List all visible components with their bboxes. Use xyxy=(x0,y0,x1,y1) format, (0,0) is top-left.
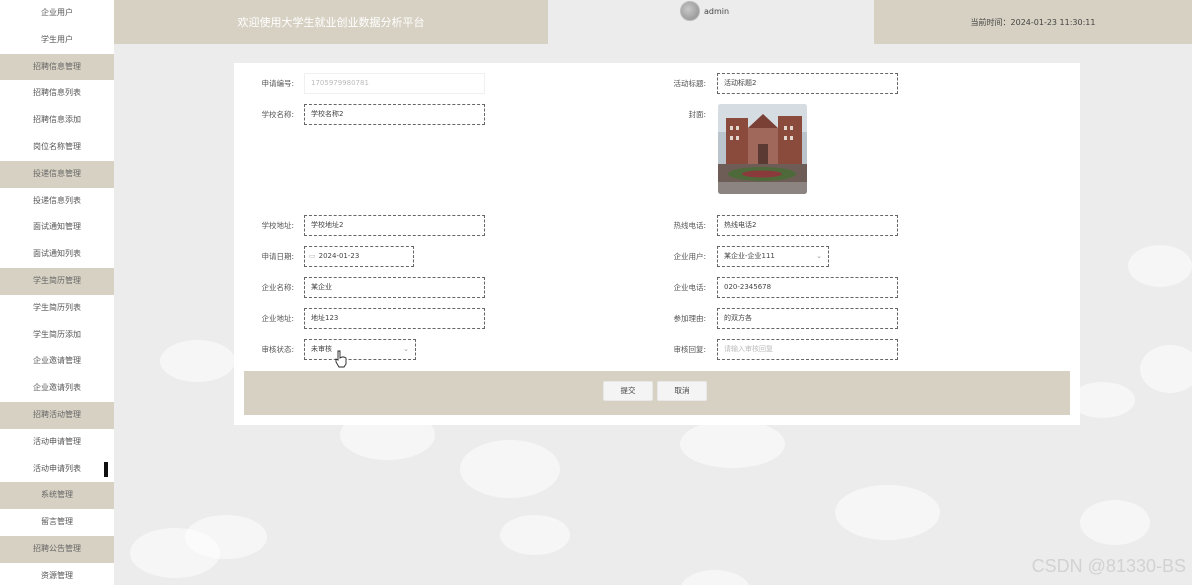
sidebar-item[interactable]: 面试通知列表 xyxy=(0,241,114,268)
review-status-value: 未审核 xyxy=(311,345,332,353)
sidebar-item[interactable]: 活动申请列表 xyxy=(0,456,114,483)
apply-date-picker[interactable]: ▭ 2024-01-23 xyxy=(304,246,414,267)
bokeh-decoration xyxy=(160,340,235,382)
activity-title-label: 活动标题: xyxy=(673,79,706,88)
sidebar-item[interactable]: 系统管理 xyxy=(0,482,114,510)
username[interactable]: admin xyxy=(704,7,729,16)
sidebar-item[interactable]: 活动申请管理 xyxy=(0,429,114,456)
company-name-field[interactable]: 某企业 xyxy=(304,277,485,298)
school-address-label: 学校地址: xyxy=(261,221,294,230)
join-reason-label: 参加理由: xyxy=(673,314,706,323)
apply-no-label: 申请编号: xyxy=(261,79,294,88)
header-time-bar: 当前时间：2024-01-23 11:30:11 xyxy=(874,0,1192,44)
review-reply-label: 审核回复: xyxy=(673,345,706,354)
bokeh-decoration xyxy=(1140,345,1192,393)
bokeh-decoration xyxy=(835,485,940,540)
company-address-field[interactable]: 地址123 xyxy=(304,308,485,329)
sidebar-item[interactable]: 招聘公告管理 xyxy=(0,535,114,563)
sidebar-item[interactable]: 招聘活动管理 xyxy=(0,401,114,429)
bokeh-decoration xyxy=(130,528,220,578)
welcome-title: 欢迎使用大学生就业创业数据分析平台 xyxy=(237,16,425,29)
sidebar-item[interactable]: 投递信息管理 xyxy=(0,160,114,188)
company-user-select[interactable]: 某企业-企业111 ⌄ xyxy=(717,246,829,267)
school-address-field[interactable]: 学校地址2 xyxy=(304,215,485,236)
cover-image[interactable] xyxy=(718,104,807,194)
school-name-label: 学校名称: xyxy=(261,110,294,119)
calendar-icon: ▭ xyxy=(309,252,316,260)
sidebar-item[interactable]: 留言管理 xyxy=(0,509,114,536)
cover-label: 封面: xyxy=(688,110,706,119)
sidebar-item[interactable]: 企业用户 xyxy=(0,0,114,27)
bokeh-decoration xyxy=(1080,500,1150,545)
activity-apply-form: 申请编号: 1705979980781 活动标题: 活动标题2 学校名称: 学校… xyxy=(234,63,1080,425)
sidebar-item[interactable]: 岗位名称管理 xyxy=(0,134,114,161)
header-welcome-bar: 欢迎使用大学生就业创业数据分析平台 xyxy=(114,0,548,44)
contact-phone-label: 热线电话: xyxy=(673,221,706,230)
cancel-button[interactable]: 取消 xyxy=(657,381,707,401)
sidebar-item[interactable]: 面试通知管理 xyxy=(0,214,114,241)
review-reply-field[interactable]: 请输入审核回复 xyxy=(717,339,898,360)
avatar[interactable] xyxy=(680,1,700,21)
sidebar: 企业用户 学生用户 招聘信息管理 招聘信息列表 招聘信息添加 岗位名称管理 投递信息管理 投递… xyxy=(0,0,114,585)
company-address-label: 企业地址: xyxy=(261,314,294,323)
company-user-label: 企业用户: xyxy=(673,252,706,261)
sidebar-item[interactable]: 招聘信息列表 xyxy=(0,80,114,107)
review-status-label: 审核状态: xyxy=(261,345,294,354)
bokeh-decoration xyxy=(1128,245,1192,287)
hand-cursor-icon xyxy=(335,350,347,368)
bokeh-decoration xyxy=(460,440,560,498)
review-status-select[interactable]: 未审核 ⌄ xyxy=(304,339,416,360)
sidebar-item[interactable]: 学生用户 xyxy=(0,27,114,54)
watermark: CSDN @81330-BS xyxy=(1031,556,1186,576)
sidebar-item[interactable]: 学生简历管理 xyxy=(0,267,114,295)
sidebar-item[interactable]: 资源管理 xyxy=(0,563,114,585)
school-name-field[interactable]: 学校名称2 xyxy=(304,104,485,125)
company-user-value: 某企业-企业111 xyxy=(724,252,775,260)
submit-button[interactable]: 提交 xyxy=(603,381,653,401)
header-user-area: admin xyxy=(548,0,874,44)
apply-date-value: 2024-01-23 xyxy=(318,252,360,260)
bokeh-decoration xyxy=(680,420,785,468)
sidebar-item[interactable]: 投递信息列表 xyxy=(0,188,114,215)
apply-no-field: 1705979980781 xyxy=(304,73,485,94)
company-phone-field[interactable]: 020-2345678 xyxy=(717,277,898,298)
sidebar-item[interactable]: 企业邀请管理 xyxy=(0,348,114,375)
join-reason-field[interactable]: 的双方各 xyxy=(717,308,898,329)
bokeh-decoration xyxy=(500,515,570,555)
sidebar-item[interactable]: 学生简历列表 xyxy=(0,295,114,322)
sidebar-item[interactable]: 学生简历添加 xyxy=(0,322,114,349)
company-name-label: 企业名称: xyxy=(261,283,294,292)
sidebar-item[interactable]: 招聘信息添加 xyxy=(0,107,114,134)
current-time: 当前时间：2024-01-23 11:30:11 xyxy=(970,17,1096,27)
sidebar-item[interactable]: 企业邀请列表 xyxy=(0,375,114,402)
company-phone-label: 企业电话: xyxy=(673,283,706,292)
sidebar-item[interactable]: 招聘信息管理 xyxy=(0,53,114,81)
bokeh-decoration xyxy=(680,570,750,585)
activity-title-field[interactable]: 活动标题2 xyxy=(717,73,898,94)
apply-date-label: 申请日期: xyxy=(261,252,294,261)
contact-phone-field[interactable]: 热线电话2 xyxy=(717,215,898,236)
form-actions-bar: 提交 取消 xyxy=(244,371,1070,415)
chevron-down-icon: ⌄ xyxy=(403,345,409,353)
chevron-down-icon: ⌄ xyxy=(816,252,822,260)
